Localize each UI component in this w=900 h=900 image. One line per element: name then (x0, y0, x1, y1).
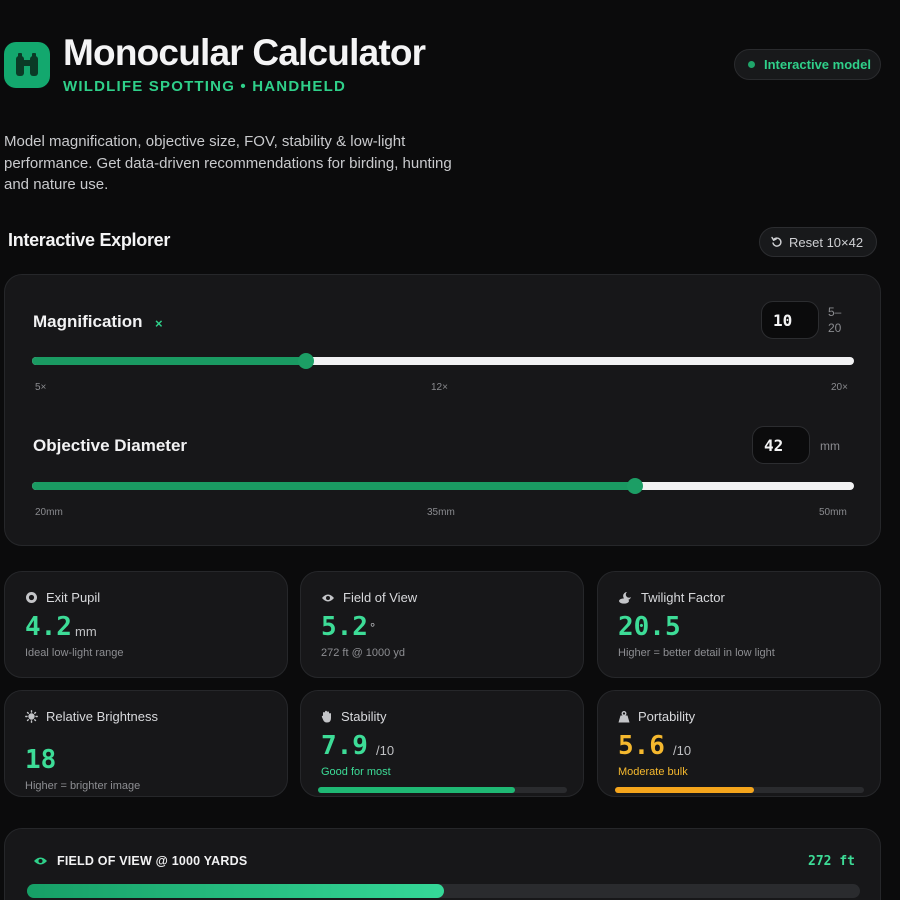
fov-unit: ° (370, 620, 376, 635)
twilight-note: Higher = better detail in low light (618, 647, 775, 659)
stat-head-exit-pupil: Exit Pupil (25, 590, 100, 605)
hand-icon (321, 710, 331, 723)
magnification-tick-mid: 12× (431, 382, 448, 393)
sun-icon (25, 710, 38, 723)
weight-icon (618, 710, 630, 722)
stat-label: Exit Pupil (46, 590, 101, 605)
reset-icon (771, 236, 782, 247)
objective-label: Objective Diameter (33, 436, 188, 455)
binoculars-icon (16, 53, 38, 76)
page-subtitle: WILDLIFE SPOTTING • HANDHELD (63, 78, 347, 95)
stat-label: Relative Brightness (46, 709, 158, 724)
magnification-tick-min: 5× (35, 382, 47, 393)
stat-card-portability: Portability 5.6 /10 Moderate bulk (597, 690, 881, 797)
magnification-range-max-hint: 20 (828, 321, 842, 335)
brightness-value: 18 (25, 745, 57, 775)
eye-icon (34, 857, 47, 865)
stat-card-relative-brightness: Relative Brightness 18 Higher = brighter… (4, 690, 288, 797)
app-logo (4, 42, 50, 88)
portability-score-fill (615, 787, 755, 793)
badge-label: Interactive model (764, 57, 871, 72)
stat-head-brightness: Relative Brightness (25, 709, 158, 724)
moon-cloud-icon (619, 592, 631, 604)
objective-slider-fill (32, 482, 635, 490)
fov-value: 5.2 (321, 612, 368, 642)
fov-1000yd-label: FIELD OF VIEW @ 1000 YARDS (57, 854, 248, 868)
fov-1000yd-head: FIELD OF VIEW @ 1000 YARDS (33, 854, 247, 868)
portability-value: 5.6 (618, 731, 665, 761)
brightness-note: Higher = brighter image (25, 780, 141, 792)
fov-1000yd-bar (27, 884, 860, 898)
reset-button[interactable]: Reset 10×42 (759, 227, 877, 257)
stat-label: Field of View (343, 590, 418, 605)
stat-card-field-of-view: Field of View 5.2 ° 272 ft @ 1000 yd (300, 571, 584, 678)
magnification-label: Magnification (33, 312, 143, 331)
eye-icon (322, 594, 334, 601)
stat-head-fov: Field of View (321, 590, 417, 605)
reset-button-label: Reset 10×42 (789, 234, 864, 250)
objective-tick-max: 50mm (819, 507, 847, 518)
stability-score-fill (318, 787, 515, 793)
stability-score-bar (318, 787, 567, 793)
magnification-unit: × (155, 316, 163, 331)
objective-slider-thumb[interactable] (626, 478, 643, 494)
stability-value: 7.9 (321, 731, 368, 761)
fov-note: 272 ft @ 1000 yd (321, 647, 405, 659)
magnification-slider-fill (32, 357, 306, 365)
fov-1000yd-value: 272 ft (808, 854, 855, 869)
fov-1000yd-bar-fill (27, 884, 444, 898)
status-dot (748, 61, 755, 68)
twilight-value: 20.5 (618, 612, 681, 642)
target-icon (26, 592, 37, 603)
objective-tick-min: 20mm (35, 507, 63, 518)
stat-label: Stability (341, 709, 387, 724)
explorer-card: Magnification × 10 5– 20 5× 12× 20× Obje… (4, 274, 881, 546)
page-description: Model magnification, objective size, FOV… (4, 133, 452, 193)
exit-pupil-note: Ideal low-light range (25, 647, 124, 659)
portability-unit: /10 (673, 743, 692, 758)
stat-head-stability: Stability (321, 709, 387, 724)
portability-note: Moderate bulk (618, 766, 688, 778)
interactive-model-badge: Interactive model (734, 49, 881, 80)
objective-tick-mid: 35mm (427, 507, 455, 518)
page-title: Monocular Calculator (63, 32, 426, 73)
section-title-explorer: Interactive Explorer (8, 230, 171, 250)
objective-slider[interactable] (32, 478, 854, 494)
magnification-slider[interactable] (32, 353, 854, 369)
objective-unit: mm (820, 439, 840, 453)
stat-head-portability: Portability (618, 709, 695, 724)
fov-1000yd-card: FIELD OF VIEW @ 1000 YARDS 272 ft (4, 828, 881, 900)
exit-pupil-unit: mm (75, 624, 97, 639)
magnification-slider-thumb[interactable] (297, 353, 314, 369)
magnification-input[interactable]: 10 (761, 301, 819, 339)
magnification-tick-max: 20× (831, 382, 848, 393)
stat-card-exit-pupil: Exit Pupil 4.2 mm Ideal low-light range (4, 571, 288, 678)
stat-card-stability: Stability 7.9 /10 Good for most (300, 690, 584, 797)
stat-label: Twilight Factor (641, 590, 725, 605)
stability-unit: /10 (376, 743, 395, 758)
exit-pupil-value: 4.2 (25, 612, 72, 642)
stat-label: Portability (638, 709, 696, 724)
stat-card-twilight-factor: Twilight Factor 20.5 Higher = better det… (597, 571, 881, 678)
objective-input[interactable]: 42 (752, 426, 810, 464)
stat-head-twilight: Twilight Factor (618, 590, 725, 605)
portability-score-bar (615, 787, 864, 793)
magnification-range-min-hint: 5– (828, 305, 842, 319)
magnification-range-hint: 5– 20 (828, 304, 841, 336)
stability-note: Good for most (321, 766, 391, 778)
